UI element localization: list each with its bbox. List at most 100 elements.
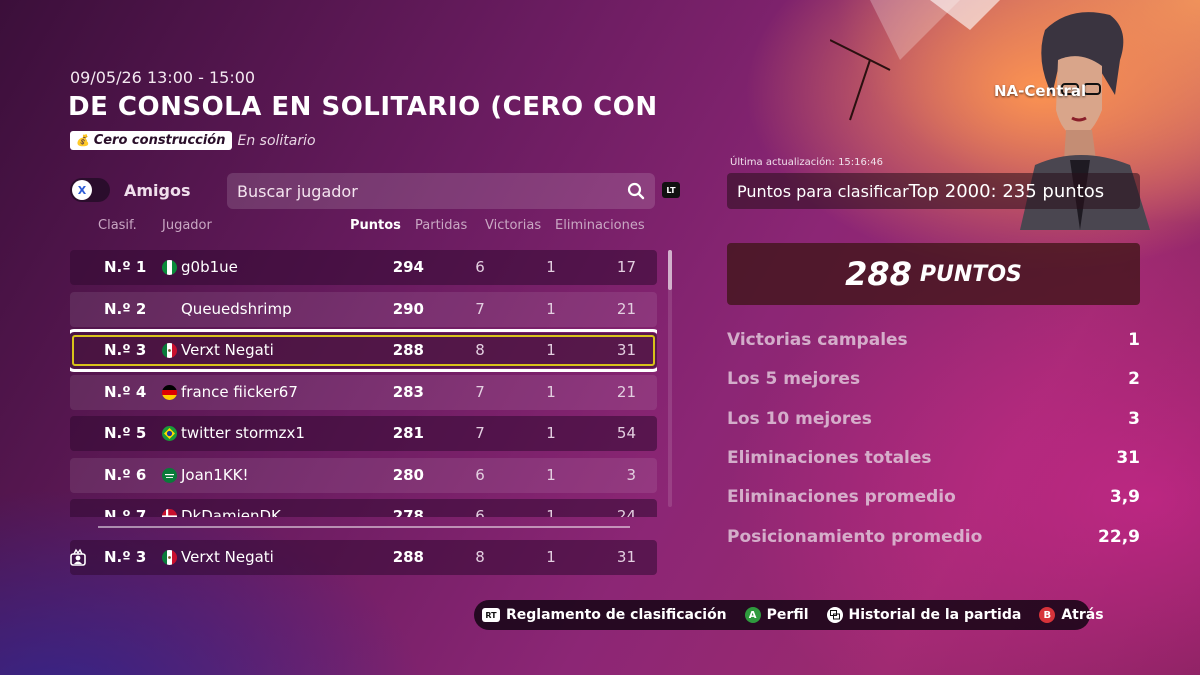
rules-label: Reglamento de clasificación: [506, 607, 727, 623]
player-cell: Verxt Negati: [181, 341, 274, 359]
profile-button[interactable]: A Perfil: [744, 607, 809, 623]
b-button-icon: B: [1039, 607, 1056, 623]
match-history-button[interactable]: Historial de la partida: [826, 607, 1022, 623]
header-rank[interactable]: Clasif.: [98, 218, 137, 233]
search-placeholder: Buscar jugador: [237, 181, 358, 201]
points-cell: 290: [392, 299, 424, 318]
stat-label: Los 10 mejores: [727, 408, 872, 429]
table-row[interactable]: N.º 1 g0b1ue 294 6 1 17: [70, 250, 657, 285]
my-player-name: Verxt Negati: [181, 548, 274, 566]
stat-value: 31: [1116, 447, 1140, 468]
header-points[interactable]: Puntos: [350, 218, 401, 233]
mexico-flag-icon: [162, 550, 177, 565]
friends-label: Amigos: [124, 180, 191, 200]
denmark-flag-icon: [162, 509, 177, 517]
header-matches[interactable]: Partidas: [415, 218, 467, 233]
table-row[interactable]: N.º 6 Joan1KK! 280 6 1 3: [70, 457, 657, 493]
matches-cell: 7: [475, 424, 485, 442]
stat-label: Eliminaciones totales: [727, 447, 932, 468]
stat-row: Los 5 mejores 2: [727, 369, 1140, 393]
qualify-threshold: Puntos para clasificar Top 2000: 235 pun…: [727, 173, 1140, 209]
rank-cell: N.º 5: [104, 424, 147, 442]
rank-cell: N.º 3: [104, 341, 147, 359]
mode-tag: 💰 Cero construcción: [70, 131, 232, 150]
rt-trigger-icon: RT: [482, 608, 500, 622]
stat-value: 1: [1128, 330, 1140, 350]
scrollbar-thumb[interactable]: [668, 250, 672, 290]
back-button[interactable]: B Atrás: [1039, 607, 1104, 623]
stat-value: 3: [1128, 408, 1140, 429]
table-row[interactable]: N.º 2 Queuedshrimp 290 7 1 21: [70, 291, 657, 327]
nigeria-flag-icon: [162, 260, 177, 275]
header-player[interactable]: Jugador: [162, 218, 212, 233]
points-cell: 294: [392, 258, 424, 276]
last-updated: Última actualización: 15:16:46: [730, 157, 883, 168]
stat-row: Los 10 mejores 3: [727, 409, 1140, 433]
elims-cell: 3: [626, 465, 636, 484]
stat-row: Victorias campales 1: [727, 330, 1140, 354]
match-history-label: Historial de la partida: [848, 607, 1022, 623]
rules-button[interactable]: RT Reglamento de clasificación: [482, 607, 727, 623]
table-row[interactable]: N.º 7 DkDamienDK 278 6 1 24: [70, 499, 657, 517]
header-wins[interactable]: Victorias: [485, 218, 541, 233]
table-row[interactable]: N.º 4 france fiicker67 283 7 1 21: [70, 374, 657, 410]
mode-type: En solitario: [237, 132, 316, 149]
player-cell: twitter stormzx1: [181, 424, 305, 442]
elims-cell: 21: [616, 299, 636, 318]
matches-cell: 6: [475, 258, 485, 276]
germany-flag-icon: [162, 384, 177, 400]
points-unit: PUNTOS: [919, 261, 1022, 287]
threshold-label: Puntos para clasificar: [737, 181, 909, 201]
view-button-icon: [826, 607, 843, 623]
stat-value: 22,9: [1098, 526, 1140, 547]
matches-cell: 8: [475, 341, 485, 359]
points-cell: 288: [392, 341, 424, 359]
player-cell: DkDamienDK: [181, 507, 281, 517]
matches-cell: 6: [475, 507, 485, 517]
elims-cell: 24: [616, 507, 636, 517]
wins-cell: 1: [546, 465, 556, 484]
stat-row: Posicionamiento promedio 22,9: [727, 527, 1140, 551]
lt-trigger-icon: LT: [662, 182, 680, 198]
my-elims: 31: [616, 548, 636, 566]
elims-cell: 17: [616, 258, 636, 276]
my-points: 288: [392, 548, 424, 566]
leaderboard-list[interactable]: N.º 1 g0b1ue 294 6 1 17 N.º 2 Queuedshrimp 290 7 1…: [70, 250, 657, 517]
stat-label: Victorias campales: [727, 330, 908, 350]
stat-label: Los 5 mejores: [727, 369, 861, 390]
player-cell: Joan1KK!: [181, 465, 249, 484]
rank-cell: N.º 4: [104, 382, 147, 401]
wins-cell: 1: [546, 507, 556, 517]
header-elims[interactable]: Eliminaciones: [555, 218, 645, 233]
my-wins: 1: [546, 548, 556, 566]
search-input[interactable]: Buscar jugador: [227, 173, 655, 209]
points-summary: 288 PUNTOS: [727, 243, 1140, 305]
friends-filter[interactable]: X Amigos: [70, 178, 191, 202]
wins-cell: 1: [546, 382, 556, 401]
brazil-flag-icon: [162, 426, 177, 441]
elims-cell: 21: [616, 382, 636, 401]
back-label: Atrás: [1061, 607, 1104, 623]
matches-cell: 7: [475, 382, 485, 401]
friends-toggle[interactable]: X: [70, 178, 110, 202]
points-cell: 281: [392, 424, 424, 442]
wins-cell: 1: [546, 258, 556, 276]
table-row[interactable]: N.º 5 twitter stormzx1 281 7 1 54: [70, 416, 657, 451]
leaderboard-scrollbar[interactable]: [668, 250, 672, 507]
event-title: DE CONSOLA EN SOLITARIO (CERO CON: [68, 92, 658, 122]
my-rank: N.º 3: [104, 548, 147, 566]
rank-cell: N.º 1: [104, 258, 147, 276]
mode-tag-label: Cero construcción: [93, 133, 226, 148]
rank-cell: N.º 2: [104, 299, 147, 318]
table-row[interactable]: N.º 3 Verxt Negati 288 8 1 31: [70, 329, 657, 372]
stat-label: Posicionamiento promedio: [727, 526, 983, 547]
profile-label: Perfil: [766, 607, 809, 623]
wins-cell: 1: [546, 424, 556, 442]
rank-cell: N.º 6: [104, 465, 147, 484]
search-icon: [627, 182, 645, 200]
stat-row: Eliminaciones promedio 3,9: [727, 487, 1140, 511]
button-prompts-bar: RT Reglamento de clasificación A Perfil …: [474, 600, 1104, 630]
table-header: Clasif. Jugador Puntos Partidas Victoria…: [70, 218, 660, 236]
my-rank-row[interactable]: N.º 3 Verxt Negati 288 8 1 31: [70, 540, 657, 575]
money-bag-icon: 💰: [76, 134, 90, 147]
